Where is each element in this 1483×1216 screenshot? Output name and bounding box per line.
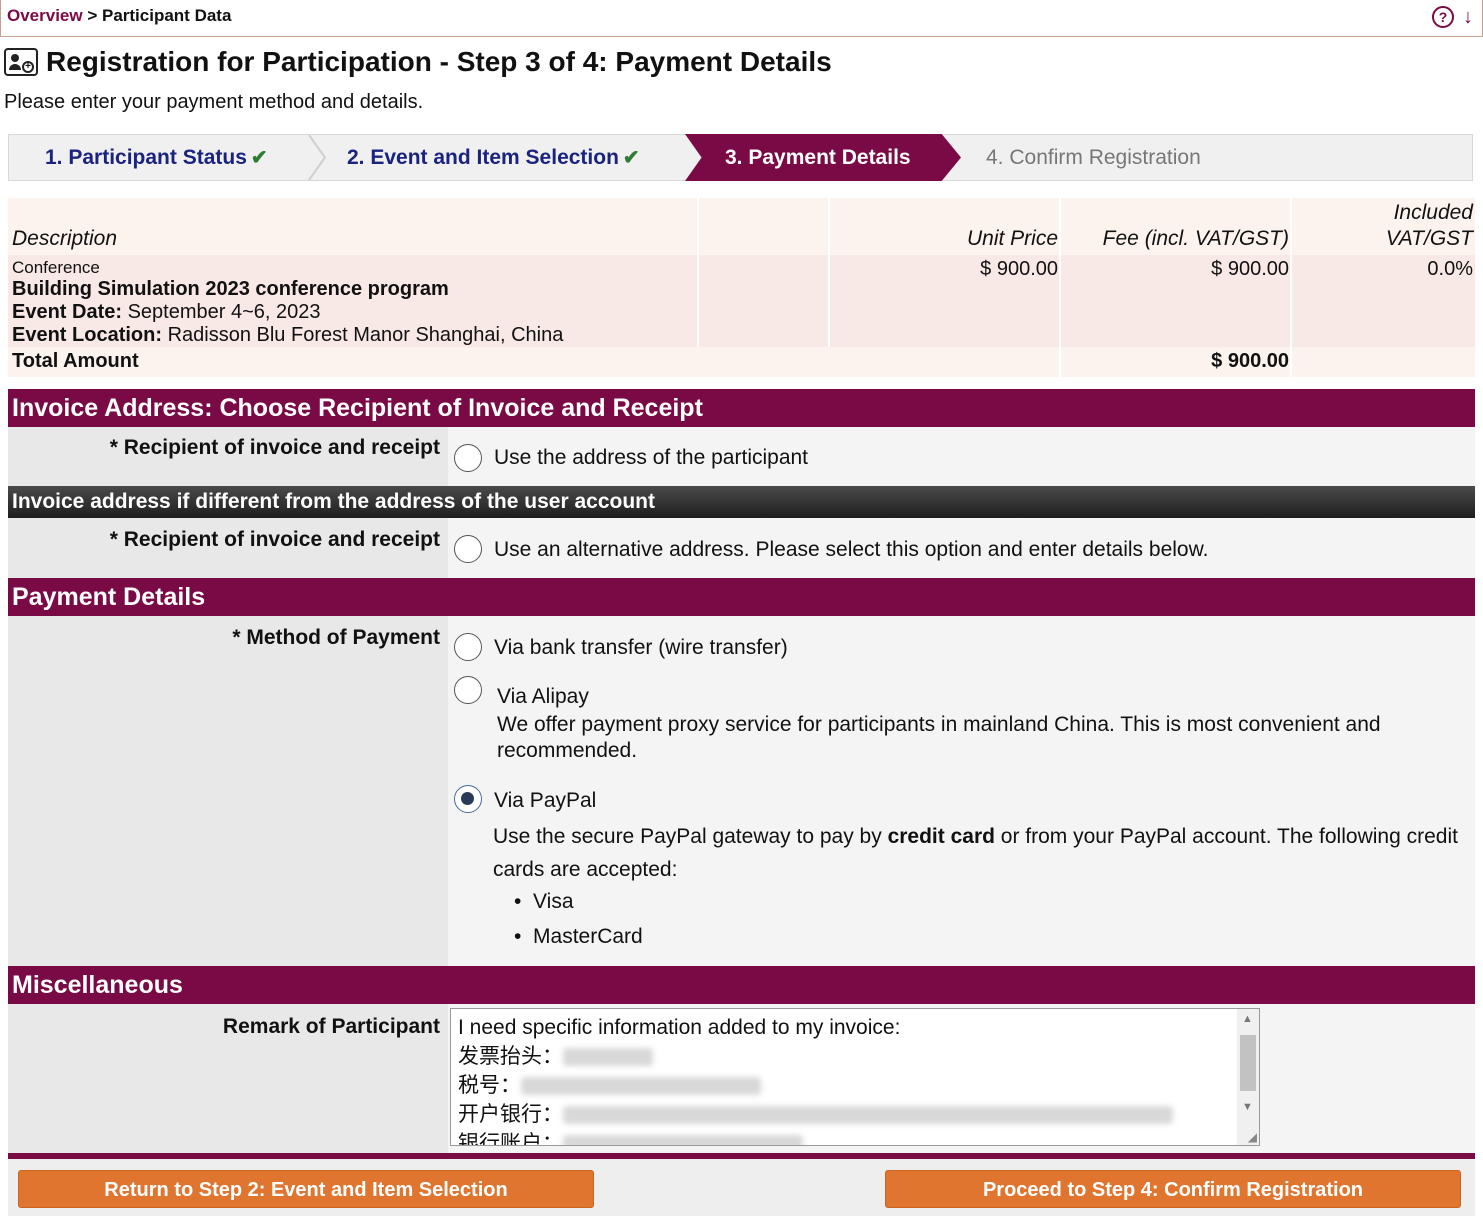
textarea-scrollbar[interactable]: ▲ ▼	[1237, 1009, 1259, 1145]
total-label: Total Amount	[12, 350, 139, 372]
option-bank-transfer[interactable]: Via bank transfer (wire transfer)	[494, 636, 788, 660]
payment-method-label: * Method of Payment	[232, 626, 440, 649]
radio-alternative-address[interactable]	[454, 535, 482, 563]
remark-line-label: 银行账户：	[458, 1132, 563, 1146]
total-row: Total Amount $ 900.00	[8, 347, 1475, 377]
list-item: • Visa	[514, 890, 574, 913]
step-indicator: 1. Participant Status ✔ 2. Event and Item…	[8, 134, 1473, 181]
step-label: 2. Event and Item Selection	[347, 146, 619, 169]
item-name: Building Simulation 2023 conference prog…	[12, 278, 449, 300]
resize-handle-icon[interactable]: ◢	[1248, 1130, 1257, 1144]
table-row: Conference Building Simulation 2023 conf…	[8, 255, 1475, 347]
breadcrumb: Overview > Participant Data	[7, 6, 231, 26]
option-participant-address[interactable]: Use the address of the participant	[494, 446, 808, 470]
item-date: Event Date: September 4~6, 2023	[12, 301, 321, 324]
checkmark-icon: ✔	[622, 147, 640, 169]
alternative-address-heading: Invoice address if different from the ad…	[8, 486, 1475, 518]
back-button[interactable]: Return to Step 2: Event and Item Selecti…	[18, 1170, 594, 1208]
breadcrumb-current: Participant Data	[101, 6, 232, 25]
remark-textarea[interactable]: I need specific information added to my …	[450, 1008, 1260, 1146]
remark-line-label: 发票抬头：	[458, 1045, 563, 1068]
help-circle-icon[interactable]: ?	[1432, 6, 1454, 28]
scroll-down-icon[interactable]: ▼	[1242, 1101, 1253, 1113]
scroll-thumb[interactable]	[1240, 1035, 1256, 1091]
remark-line: 开户银行：	[458, 1100, 1173, 1129]
item-category: Conference	[12, 258, 100, 277]
radio-participant-address[interactable]	[454, 444, 482, 472]
step-label: 1. Participant Status	[45, 146, 247, 169]
step-confirm-registration: 4. Confirm Registration	[986, 146, 1201, 169]
recipient-label: * Recipient of invoice and receipt	[109, 436, 440, 459]
scroll-up-icon[interactable]: ▲	[1242, 1013, 1253, 1025]
page-header: + Registration for Participation - Step …	[4, 46, 832, 78]
registration-card-icon: +	[4, 48, 38, 76]
card-mastercard: MasterCard	[533, 925, 643, 948]
column-description: Description	[12, 227, 118, 250]
item-unit-price: $ 900.00	[980, 258, 1058, 280]
breadcrumb-separator: >	[82, 6, 102, 25]
page-title: Registration for Participation - Step 3 …	[46, 46, 832, 77]
remark-label: Remark of Participant	[222, 1015, 440, 1038]
step-participant-status[interactable]: 1. Participant Status ✔	[45, 135, 268, 180]
paypal-desc-start: Use the secure PayPal gateway to pay by	[493, 825, 888, 848]
remark-line: 银行账户：	[458, 1129, 1173, 1146]
item-vat: 0.0%	[1427, 258, 1473, 280]
arrow-down-icon[interactable]: ↓	[1458, 6, 1478, 28]
column-vat-line1: Included	[1393, 201, 1473, 224]
page-subtitle: Please enter your payment method and det…	[4, 91, 424, 113]
remark-line: 发票抬头：	[458, 1042, 1173, 1071]
item-location-value: Radisson Blu Forest Manor Shanghai, Chin…	[167, 324, 564, 346]
recipient-row-participant: * Recipient of invoice and receipt Use t…	[8, 427, 1475, 486]
item-location-label: Event Location:	[12, 324, 163, 346]
step-event-selection[interactable]: 2. Event and Item Selection ✔	[347, 135, 640, 180]
breadcrumb-overview-link[interactable]: Overview	[7, 6, 83, 25]
table-header-row: Description Unit Price Fee (incl. VAT/GS…	[8, 198, 1475, 255]
column-vat-line2: VAT/GST	[1385, 227, 1473, 250]
item-date-label: Event Date:	[12, 301, 123, 323]
step-divider	[308, 135, 327, 180]
checkmark-icon: ✔	[250, 147, 268, 169]
step-payment-details: 3. Payment Details	[725, 146, 911, 169]
option-paypal[interactable]: Via PayPal	[494, 789, 596, 813]
redacted-text	[563, 1106, 1173, 1125]
total-value: $ 900.00	[1211, 350, 1289, 372]
radio-paypal[interactable]	[454, 785, 482, 813]
option-alipay[interactable]: Via Alipay	[497, 685, 589, 709]
order-summary-table: Description Unit Price Fee (incl. VAT/GS…	[8, 198, 1475, 377]
item-date-value: September 4~6, 2023	[127, 301, 321, 323]
misc-section-heading: Miscellaneous	[8, 966, 1475, 1004]
option-alternative-address[interactable]: Use an alternative address. Please selec…	[494, 538, 1208, 562]
radio-alipay[interactable]	[454, 676, 482, 704]
item-fee: $ 900.00	[1211, 258, 1289, 280]
remark-line-label: 税号：	[458, 1074, 521, 1097]
recipient-label: * Recipient of invoice and receipt	[109, 528, 440, 551]
invoice-section-heading: Invoice Address: Choose Recipient of Inv…	[8, 389, 1475, 427]
card-visa: Visa	[533, 890, 574, 913]
alipay-description: We offer payment proxy service for parti…	[497, 713, 1381, 762]
redacted-text	[563, 1135, 803, 1145]
redacted-text	[521, 1077, 761, 1096]
remark-line-label: 开户银行：	[458, 1103, 563, 1126]
recipient-row-alternative: * Recipient of invoice and receipt Use a…	[8, 518, 1475, 578]
list-item: • MasterCard	[514, 925, 643, 948]
paypal-description: Use the secure PayPal gateway to pay by …	[493, 820, 1458, 886]
remark-line: 税号：	[458, 1071, 1173, 1100]
column-unit-price: Unit Price	[966, 227, 1058, 250]
item-location: Event Location: Radisson Blu Forest Mano…	[12, 324, 563, 347]
proceed-button[interactable]: Proceed to Step 4: Confirm Registration	[885, 1170, 1461, 1208]
radio-bank-transfer[interactable]	[454, 633, 482, 661]
paypal-desc-bold: credit card	[887, 825, 995, 848]
redacted-text	[563, 1048, 653, 1067]
payment-section-heading: Payment Details	[8, 578, 1475, 616]
payment-method-row: * Method of Payment Via bank transfer (w…	[8, 616, 1475, 967]
remark-line: I need specific information added to my …	[458, 1016, 901, 1039]
top-bar: Overview > Participant Data ? ↓	[0, 0, 1483, 37]
column-fee: Fee (incl. VAT/GST)	[1102, 227, 1289, 250]
